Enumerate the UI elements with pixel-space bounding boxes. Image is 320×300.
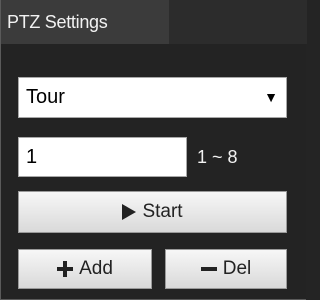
- tour-number-input[interactable]: 1: [18, 137, 187, 177]
- minus-icon: [200, 261, 217, 277]
- mode-select[interactable]: Tour ▼: [18, 77, 287, 118]
- add-button-label: Add: [79, 258, 113, 279]
- plus-icon: [57, 261, 74, 277]
- tab-ptz-settings[interactable]: PTZ Settings: [1, 0, 169, 44]
- range-label: 1 ~ 8: [197, 147, 238, 167]
- ptz-settings-panel: PTZ Settings Tour ▼ 1 1 ~ 8 Start Add De…: [0, 0, 307, 300]
- start-button[interactable]: Start: [18, 191, 287, 233]
- delete-button[interactable]: Del: [165, 249, 287, 289]
- tab-label: PTZ Settings: [7, 12, 108, 32]
- play-icon: [122, 204, 137, 220]
- delete-button-label: Del: [222, 258, 252, 279]
- mode-select-value: Tour: [26, 86, 65, 108]
- tab-strip: [169, 0, 307, 44]
- tour-number-value: 1: [26, 146, 38, 168]
- dropdown-arrow-icon: ▼: [264, 89, 278, 105]
- start-button-label: Start: [142, 201, 183, 222]
- add-button[interactable]: Add: [18, 249, 152, 289]
